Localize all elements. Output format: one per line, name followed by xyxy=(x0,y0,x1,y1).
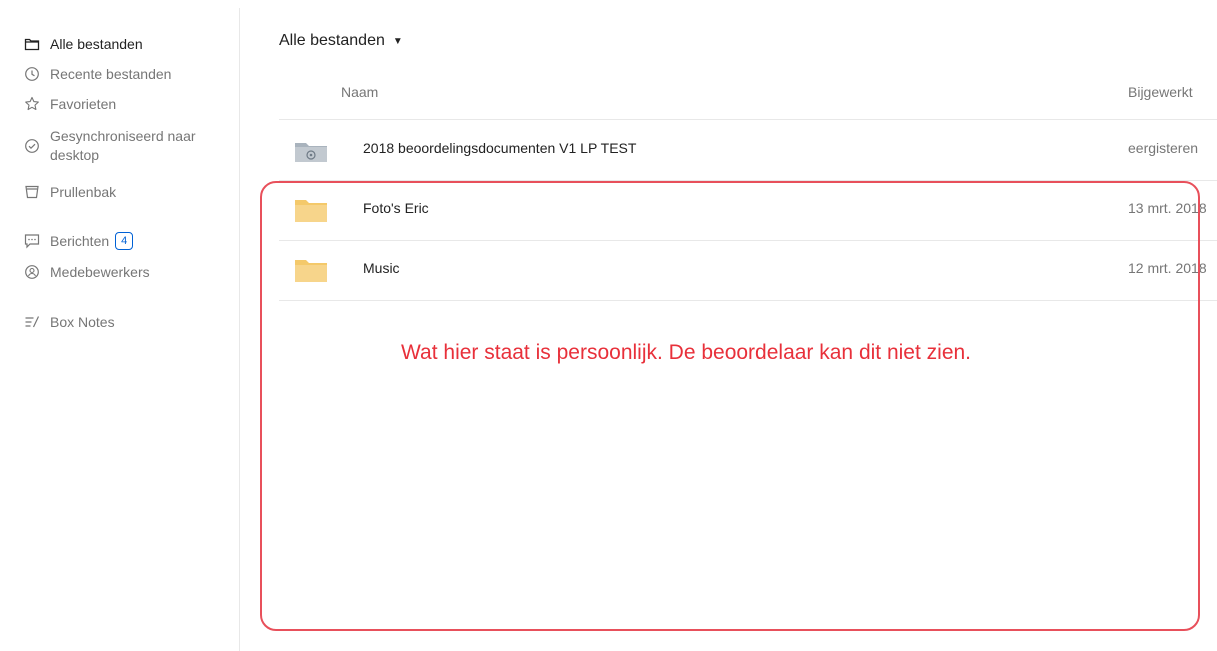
annotation-text: Wat hier staat is persoonlijk. De beoord… xyxy=(401,341,972,364)
sidebar-item-box-notes[interactable]: Box Notes xyxy=(24,313,115,332)
sidebar-item-label: Gesynchroniseerd naar desktop xyxy=(50,127,196,165)
sync-check-icon xyxy=(24,138,40,154)
notes-icon xyxy=(24,314,40,330)
sidebar-item-label: Recente bestanden xyxy=(50,66,172,82)
star-icon xyxy=(24,96,40,112)
sidebar-item-messages[interactable]: Berichten 4 xyxy=(24,232,134,251)
breadcrumb[interactable]: Alle bestanden ▼ xyxy=(279,32,403,50)
sidebar-item-synced[interactable]: Gesynchroniseerd naar desktop xyxy=(24,127,196,165)
folder-outline-icon xyxy=(24,36,40,52)
sync-label-line2: desktop xyxy=(50,147,100,163)
file-name[interactable]: 2018 beoordelingsdocumenten V1 LP TEST xyxy=(363,140,636,156)
sidebar-item-label: Prullenbak xyxy=(50,184,117,200)
messages-count-badge: 4 xyxy=(115,232,134,250)
sidebar-item-label: Alle bestanden xyxy=(50,36,143,52)
person-circle-icon xyxy=(24,264,40,280)
sidebar-item-favorites[interactable]: Favorieten xyxy=(24,95,116,114)
file-list-panel: Alle bestanden ▼ Naam Bijgewerkt 2018 be… xyxy=(241,0,1217,651)
file-updated: eergisteren xyxy=(1128,140,1199,156)
chat-icon xyxy=(24,233,40,249)
sidebar-item-label: Favorieten xyxy=(50,96,117,112)
annotation-frame xyxy=(260,181,1200,631)
column-header-updated[interactable]: Bijgewerkt xyxy=(1128,84,1193,100)
page-title: Alle bestanden xyxy=(279,32,385,49)
shared-folder-icon xyxy=(294,139,328,163)
sidebar-item-label: Berichten xyxy=(50,233,110,249)
sidebar-item-label: Medebewerkers xyxy=(50,264,150,280)
caret-down-icon: ▼ xyxy=(392,35,403,47)
sidebar-item-label: Box Notes xyxy=(50,314,115,330)
table-row[interactable]: 2018 beoordelingsdocumenten V1 LP TEST e… xyxy=(279,120,1217,181)
sidebar-item-all-files[interactable]: Alle bestanden xyxy=(24,35,143,54)
sidebar-item-collaborators[interactable]: Medebewerkers xyxy=(24,263,150,282)
clock-icon xyxy=(24,66,40,82)
sync-label-line1: Gesynchroniseerd naar xyxy=(50,128,196,144)
sidebar: Alle bestanden Recente bestanden Favorie… xyxy=(0,8,240,651)
sidebar-item-trash[interactable]: Prullenbak xyxy=(24,183,116,202)
sidebar-item-recent[interactable]: Recente bestanden xyxy=(24,65,171,84)
column-header-name[interactable]: Naam xyxy=(341,84,378,100)
trash-icon xyxy=(24,184,40,200)
